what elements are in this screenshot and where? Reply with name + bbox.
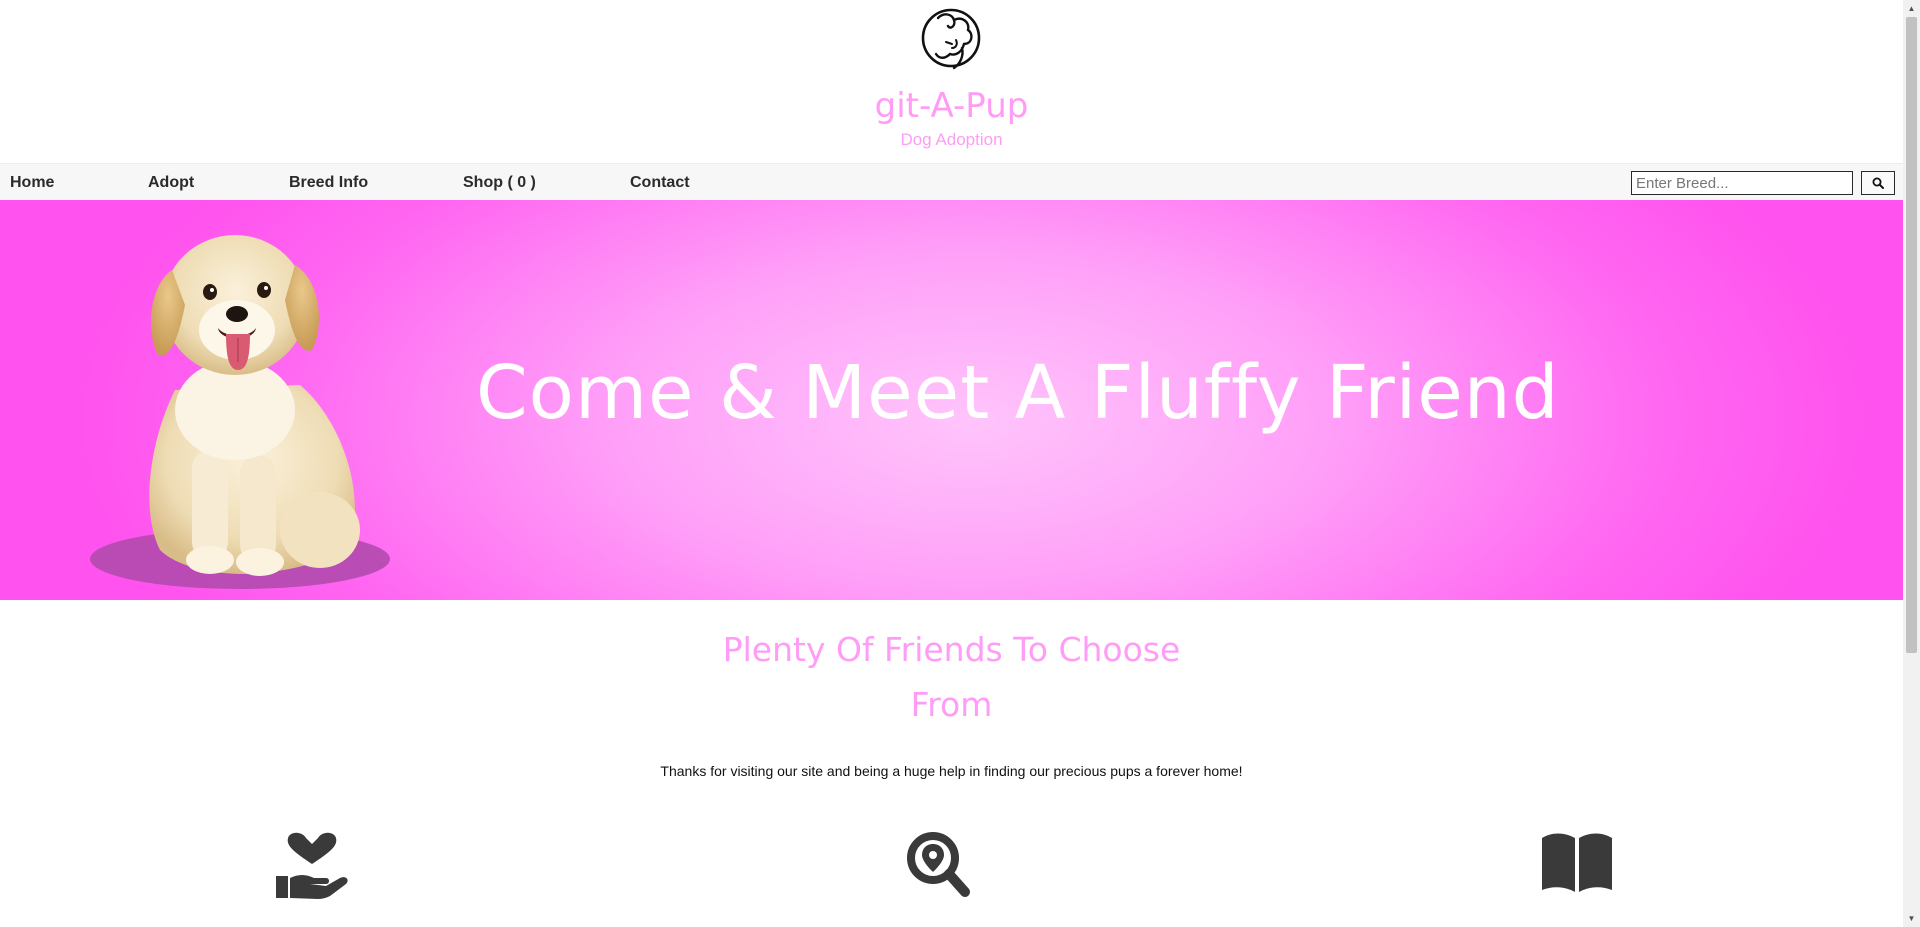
hero-banner: Come & Meet A Fluffy Friend	[0, 200, 1903, 600]
section-title: Plenty Of Friends To Choose From	[0, 622, 1903, 732]
location-search-icon	[907, 832, 970, 897]
scroll-up-arrow[interactable]: ▲	[1903, 0, 1920, 17]
navbar: Home Adopt Breed Info Shop ( 0 ) Contact	[0, 163, 1903, 202]
hero-title: Come & Meet A Fluffy Friend	[476, 350, 1560, 436]
brand-title[interactable]: git-A-Pup	[0, 86, 1903, 126]
section-text: Thanks for visiting our site and being a…	[660, 763, 1243, 779]
vertical-scrollbar[interactable]: ▲ ▼	[1903, 0, 1920, 927]
section-title-line2: From	[910, 685, 993, 724]
nav-contact[interactable]: Contact	[630, 174, 690, 192]
book-icon	[1542, 833, 1612, 892]
scrollbar-thumb[interactable]	[1906, 17, 1917, 653]
page: git-A-Pup Dog Adoption Home Adopt Breed …	[0, 0, 1903, 927]
section-title-line1: Plenty Of Friends To Choose	[722, 630, 1181, 669]
puppy-image	[90, 235, 390, 589]
breed-search-input[interactable]	[1631, 171, 1853, 195]
brand-subtitle: Dog Adoption	[900, 130, 1003, 149]
hand-heart-icon	[276, 832, 348, 899]
brand-header: git-A-Pup Dog Adoption	[0, 0, 1903, 162]
nav-adopt[interactable]: Adopt	[148, 174, 194, 192]
nav-shop[interactable]: Shop ( 0 )	[463, 174, 536, 192]
search-button[interactable]	[1861, 171, 1895, 195]
nav-home[interactable]: Home	[10, 174, 54, 192]
dog-logo-icon[interactable]	[918, 4, 984, 74]
nav-breed-info[interactable]: Breed Info	[289, 174, 368, 192]
scroll-down-arrow[interactable]: ▼	[1903, 910, 1920, 927]
search-icon	[1872, 177, 1884, 189]
